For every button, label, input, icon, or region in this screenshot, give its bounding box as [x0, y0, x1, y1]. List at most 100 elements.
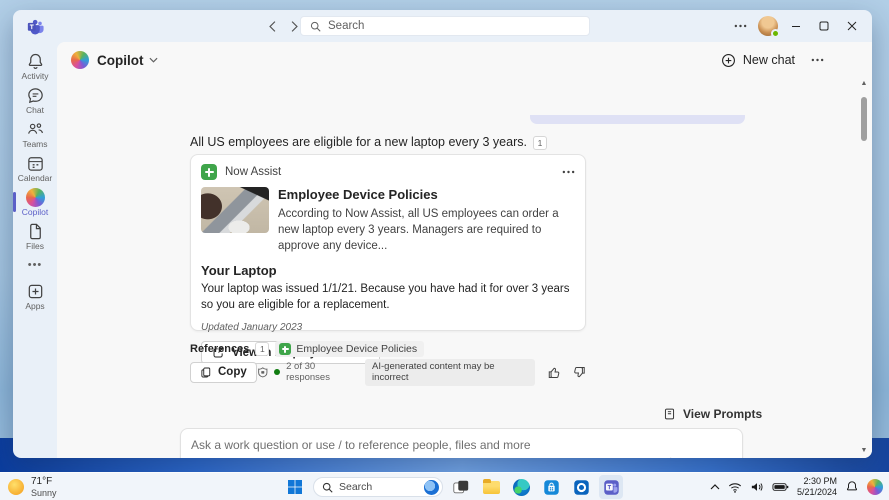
now-assist-icon	[201, 164, 217, 180]
scrollbar-thumb[interactable]	[861, 97, 867, 141]
citation-badge[interactable]: 1	[533, 136, 547, 150]
edge-browser-button[interactable]	[509, 475, 533, 499]
wifi-icon[interactable]	[728, 482, 742, 493]
search-icon	[322, 482, 333, 493]
now-assist-card: Now Assist Employee Device Policies Acco…	[190, 154, 586, 331]
presence-available-dot	[771, 29, 780, 38]
more-icon: •••	[28, 263, 43, 269]
task-view-button[interactable]	[449, 475, 473, 499]
sidebar-more-button[interactable]: •••	[13, 253, 57, 279]
outlook-icon	[573, 479, 590, 496]
sidebar-item-copilot[interactable]: Copilot	[13, 185, 57, 219]
taskbar-search-input[interactable]: Search	[313, 477, 443, 497]
profile-avatar[interactable]	[754, 10, 782, 42]
task-view-icon	[452, 478, 470, 496]
windows-copilot-button[interactable]	[867, 479, 883, 495]
sidebar-item-apps[interactable]: Apps	[13, 279, 57, 313]
apps-plus-icon	[26, 282, 45, 301]
thumbs-up-button[interactable]	[547, 365, 561, 380]
message-actions-row: Copy 2 of 30 responses AI-generated cont…	[190, 361, 586, 383]
scroll-down-arrow[interactable]: ▼	[861, 447, 868, 454]
references-row: References 1 Employee Device Policies	[190, 341, 424, 357]
new-chat-label: New chat	[743, 53, 795, 67]
weather-widget[interactable]: 71°F Sunny	[8, 476, 57, 498]
sidebar-item-label: Files	[26, 242, 44, 251]
new-chat-plus-icon	[721, 53, 736, 68]
copy-label: Copy	[218, 366, 247, 378]
sidebar-item-label: Chat	[26, 106, 44, 115]
tray-chevron-up-button[interactable]	[710, 484, 720, 490]
message-composer[interactable]: Ask a work question or use / to referenc…	[180, 428, 743, 458]
thumbs-down-button[interactable]	[572, 365, 586, 380]
notifications-bell-button[interactable]	[845, 480, 859, 494]
copilot-logo-icon	[71, 51, 89, 69]
card-app-name: Now Assist	[225, 166, 281, 178]
weather-condition: Sunny	[31, 488, 57, 498]
sidebar-item-activity[interactable]: Activity	[13, 49, 57, 83]
references-label: References	[190, 343, 249, 355]
page-title: Copilot	[97, 53, 144, 68]
reference-chip-label: Employee Device Policies	[296, 343, 417, 355]
speaker-icon[interactable]	[750, 481, 764, 493]
outlook-button[interactable]	[569, 475, 593, 499]
avatar	[758, 16, 778, 36]
copy-button[interactable]: Copy	[190, 362, 257, 383]
sun-icon	[8, 479, 24, 495]
taskbar-clock[interactable]: 2:30 PM 5/21/2024	[797, 476, 837, 499]
active-indicator	[13, 192, 16, 212]
close-button[interactable]	[838, 10, 866, 42]
card-more-button[interactable]	[562, 170, 575, 174]
references-count-badge: 1	[255, 342, 269, 356]
start-button[interactable]	[283, 475, 307, 499]
apps-grid-button[interactable]	[684, 457, 699, 458]
updated-timestamp: Updated January 2023	[201, 322, 575, 333]
chat-icon	[26, 86, 45, 105]
taskbar-search-placeholder: Search	[339, 481, 372, 493]
chevron-down-icon[interactable]	[149, 57, 158, 63]
sidebar-item-label: Copilot	[22, 208, 48, 217]
chevron-left-icon	[268, 20, 277, 33]
back-button[interactable]	[263, 17, 281, 35]
composer-placeholder: Ask a work question or use / to referenc…	[191, 438, 732, 452]
header-more-button[interactable]	[811, 58, 824, 62]
minimize-button[interactable]	[782, 10, 810, 42]
desktop: Search Activity	[0, 0, 889, 500]
scroll-up-arrow[interactable]: ▲	[861, 80, 868, 87]
more-icon	[734, 24, 747, 28]
prompts-notebook-icon	[663, 407, 676, 421]
sidebar-item-files[interactable]: Files	[13, 219, 57, 253]
teams-search-input[interactable]: Search	[300, 16, 590, 36]
section-heading: Your Laptop	[201, 263, 575, 278]
scrollbar[interactable]: ▲ ▼	[858, 80, 870, 454]
copy-icon	[200, 366, 212, 379]
minimize-icon	[791, 21, 801, 31]
maximize-button[interactable]	[810, 10, 838, 42]
sidebar-item-teams[interactable]: Teams	[13, 117, 57, 151]
file-icon	[26, 222, 45, 241]
close-icon	[847, 21, 857, 31]
view-prompts-button[interactable]: View Prompts	[663, 407, 762, 421]
teams-taskbar-button[interactable]	[599, 475, 623, 499]
assistant-answer: All US employees are eligible for a new …	[190, 135, 547, 150]
chat-canvas: All US employees are eligible for a new …	[57, 78, 872, 458]
copilot-icon	[26, 188, 45, 207]
responses-count: 2 of 30 responses	[286, 361, 359, 383]
calendar-icon	[26, 154, 45, 173]
file-explorer-button[interactable]	[479, 475, 503, 499]
attach-paperclip-button[interactable]	[660, 457, 675, 458]
section-body: Your laptop was issued 1/1/21. Because y…	[201, 281, 573, 313]
microsoft-store-button[interactable]	[539, 475, 563, 499]
sidebar-item-label: Teams	[22, 140, 47, 149]
window-titlebar: Search	[13, 10, 872, 42]
privacy-shield-icon[interactable]	[257, 366, 269, 378]
battery-icon[interactable]	[772, 482, 789, 492]
sidebar-item-label: Apps	[25, 302, 44, 311]
new-chat-button[interactable]: New chat	[721, 53, 795, 68]
sidebar-item-chat[interactable]: Chat	[13, 83, 57, 117]
folder-icon	[483, 481, 500, 494]
send-button[interactable]	[718, 457, 734, 458]
sidebar-item-calendar[interactable]: Calendar	[13, 151, 57, 185]
titlebar-more-button[interactable]	[726, 10, 754, 42]
copilot-header: Copilot New chat	[57, 42, 872, 78]
reference-chip[interactable]: Employee Device Policies	[275, 341, 424, 357]
